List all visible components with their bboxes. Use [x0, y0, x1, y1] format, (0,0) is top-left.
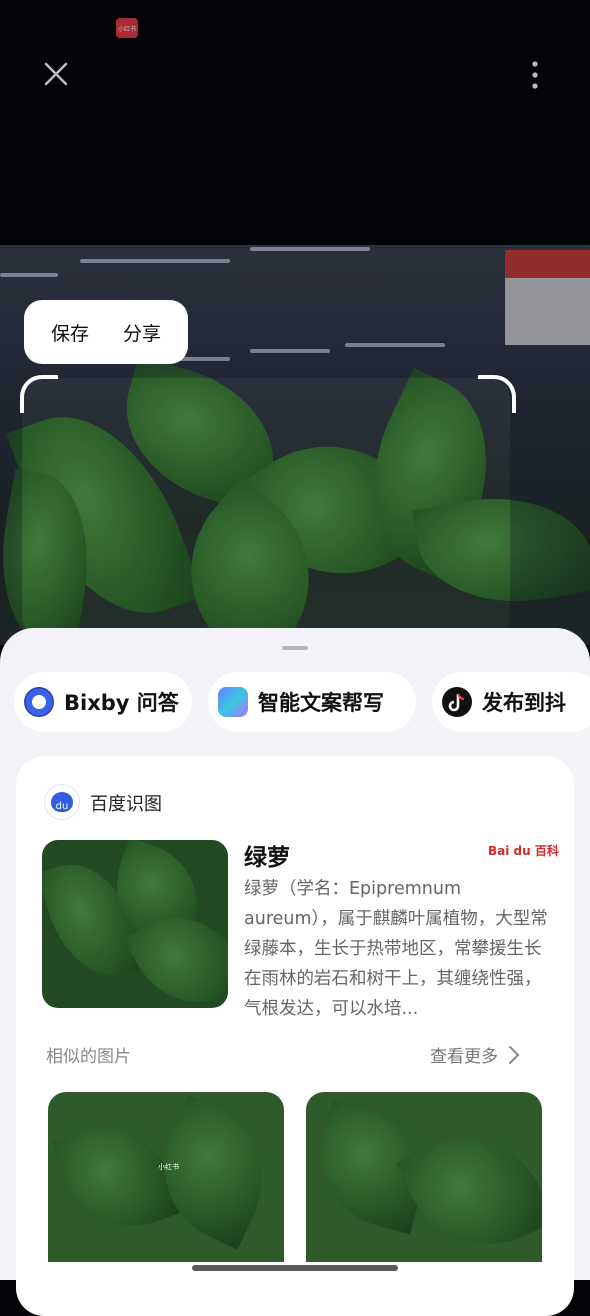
gesture-nav-bar[interactable]	[192, 1265, 398, 1271]
bixby-icon	[24, 687, 54, 717]
chip-label: Bixby 问答	[64, 691, 179, 715]
result-thumbnail[interactable]	[42, 840, 228, 1008]
results-sheet: Bixby 问答 智能文案帮写 发布到抖 du 百度识图 绿萝 Bai du 百…	[0, 628, 590, 1316]
close-icon[interactable]	[38, 56, 74, 92]
card-source-title: 百度识图	[90, 794, 162, 815]
ai-writing-icon	[218, 687, 248, 717]
top-bar: 小红书	[0, 0, 590, 245]
similar-image[interactable]: 小红书	[48, 1092, 284, 1262]
chip-ai-writing[interactable]: 智能文案帮写	[208, 672, 416, 732]
baidu-logo-icon: du	[44, 784, 80, 820]
more-vertical-icon[interactable]	[520, 58, 550, 92]
see-more-link[interactable]: 查看更多	[430, 1042, 526, 1067]
baidu-result-card: du 百度识图 绿萝 Bai du 百科 绿萝（学名：Epipremnum au…	[16, 756, 574, 1316]
background-banner	[505, 250, 590, 345]
chip-label: 发布到抖	[482, 691, 566, 715]
photo-action-menu: 保存 分享	[24, 300, 188, 364]
similar-image[interactable]	[306, 1092, 542, 1262]
app-badge-text: 小红书	[117, 25, 136, 33]
chevron-right-icon	[509, 1045, 520, 1064]
share-button[interactable]: 分享	[123, 319, 161, 346]
plant-name: 绿萝	[244, 845, 290, 871]
save-button[interactable]: 保存	[51, 319, 89, 346]
chip-bixby[interactable]: Bixby 问答	[14, 672, 192, 732]
selection-corner-handle[interactable]	[20, 375, 58, 413]
chip-douyin[interactable]: 发布到抖	[432, 672, 590, 732]
image-watermark: 小红书	[158, 1163, 179, 1171]
see-more-label: 查看更多	[430, 1047, 498, 1067]
selection-frame[interactable]	[22, 378, 510, 638]
chip-label: 智能文案帮写	[258, 691, 384, 715]
app-notification-icon: 小红书	[116, 18, 138, 38]
action-chips: Bixby 问答 智能文案帮写 发布到抖	[14, 672, 590, 734]
sheet-drag-handle[interactable]	[282, 646, 308, 650]
similar-images-label: 相似的图片	[46, 1047, 131, 1067]
douyin-icon	[442, 687, 472, 717]
baidu-baike-logo: Bai du 百科	[488, 844, 559, 858]
plant-description[interactable]: 绿萝（学名：Epipremnum aureum），属于麒麟叶属植物，大型常绿藤本…	[244, 874, 550, 1024]
